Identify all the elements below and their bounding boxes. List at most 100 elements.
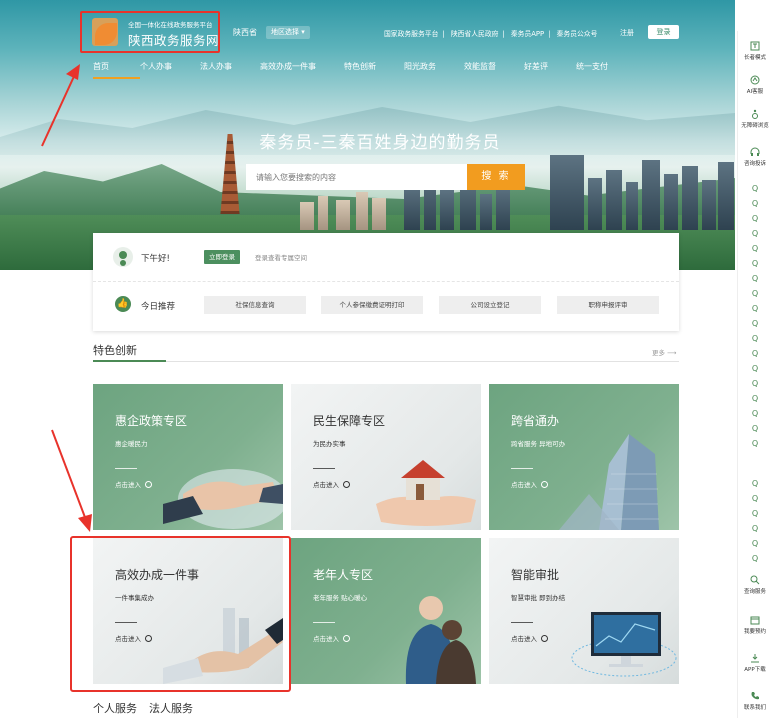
section-divider: [93, 360, 679, 362]
tile-elderly[interactable]: 老年人专区 老年服务 贴心暖心 点击进入: [291, 538, 481, 684]
search-icon[interactable]: Q: [750, 199, 760, 208]
register-link[interactable]: 注册: [620, 28, 634, 38]
search-icon[interactable]: Q: [750, 394, 760, 403]
tile-subtitle: 跨省服务 异地可办: [511, 440, 566, 448]
greeting-text: 下午好!: [141, 254, 170, 264]
nav-supervision[interactable]: 效能监督: [464, 61, 524, 75]
monitor-illustration: [571, 612, 677, 677]
sidebar-item-label: AI客服: [746, 89, 764, 95]
search-icon[interactable]: Q: [750, 364, 760, 373]
top-link-wechat[interactable]: 秦务员公众号: [557, 30, 598, 38]
search-icon[interactable]: Q: [750, 524, 760, 533]
enter-circle-icon: [343, 481, 350, 488]
sidebar-item-label: 长者模式: [743, 55, 766, 61]
tile-subtitle: 老年服务 贴心暖心: [313, 594, 368, 602]
tile-enter-label: 点击进入: [511, 635, 537, 643]
tile-enter-link[interactable]: 点击进入: [313, 633, 350, 643]
ai-service-icon: [750, 75, 760, 85]
search-icon[interactable]: Q: [750, 509, 760, 518]
nav-personal[interactable]: 个人办事: [140, 61, 200, 75]
search-icon[interactable]: Q: [750, 289, 760, 298]
sidebar-item-app-download[interactable]: APP下载: [738, 653, 772, 673]
building-illustration: [496, 186, 510, 230]
search-icon[interactable]: Q: [750, 319, 760, 328]
sidebar-item-contact[interactable]: 联系我们: [738, 691, 772, 711]
tile-smart-approval[interactable]: 智能审批 智慧审批 即到办结 点击进入: [489, 538, 679, 684]
service-tabs: 个人服务 法人服务: [93, 700, 205, 716]
tab-personal-service[interactable]: 个人服务: [93, 702, 137, 715]
recommend-item-company-registration[interactable]: 公司设立登记: [439, 296, 541, 314]
building-illustration: [440, 190, 454, 230]
search-service-icon: [750, 575, 760, 585]
region-select-button[interactable]: 地区选择 ▾: [266, 26, 310, 39]
building-illustration: [626, 182, 638, 230]
search-icon[interactable]: Q: [750, 554, 760, 563]
calendar-icon: [750, 616, 760, 625]
nav-open-gov[interactable]: 阳光政务: [404, 61, 464, 75]
more-link[interactable]: 更多 ⟶: [652, 347, 676, 357]
sidebar-item-ai-service[interactable]: AI客服: [738, 75, 772, 95]
tile-enterprise-policy[interactable]: 惠企政策专区 惠企暖民力 点击进入: [93, 384, 283, 530]
building-illustration: [300, 202, 314, 230]
annotation-arrow-icon: [51, 429, 92, 532]
search-icon[interactable]: Q: [750, 379, 760, 388]
search-input[interactable]: [246, 164, 467, 190]
top-link-national[interactable]: 国家政务服务平台: [384, 30, 438, 38]
sidebar-item-consult[interactable]: 咨询投诉: [738, 147, 772, 167]
nav-corporate[interactable]: 法人办事: [200, 61, 260, 75]
tile-livelihood[interactable]: 民生保障专区 为民办实事 点击进入: [291, 384, 481, 530]
quick-login-button[interactable]: 立即登录: [204, 250, 240, 264]
recommend-item-title-review[interactable]: 职称申报评审: [557, 296, 659, 314]
nav-one-thing[interactable]: 高效办成一件事: [260, 61, 344, 75]
nav-payment[interactable]: 统一支付: [576, 61, 624, 75]
search-icon[interactable]: Q: [750, 409, 760, 418]
tile-enter-link[interactable]: 点击进入: [511, 633, 548, 643]
section-title: 特色创新: [93, 344, 137, 357]
search-icon[interactable]: Q: [750, 539, 760, 548]
tile-enter-link[interactable]: 点击进入: [115, 479, 152, 489]
tab-corporate-service[interactable]: 法人服务: [149, 702, 193, 715]
tile-enter-link[interactable]: 点击进入: [511, 479, 548, 489]
search-icon[interactable]: Q: [750, 184, 760, 193]
login-button[interactable]: 登录: [648, 25, 679, 39]
search-icon[interactable]: Q: [750, 259, 760, 268]
thumbs-up-icon: 👍: [115, 296, 131, 312]
search-icon[interactable]: Q: [750, 479, 760, 488]
more-label: 更多: [652, 349, 665, 357]
tile-title: 民生保障专区: [313, 414, 386, 428]
building-illustration: [718, 162, 734, 230]
search-icon[interactable]: Q: [750, 424, 760, 433]
recommend-item-insurance-proof[interactable]: 个人参保缴费证明打印: [321, 296, 423, 314]
search-icon[interactable]: Q: [750, 304, 760, 313]
nav-home[interactable]: 首页: [93, 61, 140, 79]
tile-highlight-box: [70, 536, 291, 692]
site-title[interactable]: 陕西政务服务网: [128, 30, 219, 49]
search-icon[interactable]: Q: [750, 334, 760, 343]
handshake-illustration: [163, 469, 283, 529]
building-illustration: [404, 185, 420, 230]
divider: [93, 281, 679, 282]
tile-enter-link[interactable]: 点击进入: [313, 479, 350, 489]
search-icon[interactable]: Q: [750, 229, 760, 238]
search-icon[interactable]: Q: [750, 349, 760, 358]
top-link-provincial[interactable]: 陕西省人民政府: [451, 30, 499, 38]
search-icon[interactable]: Q: [750, 244, 760, 253]
sidebar-item-accessibility[interactable]: 无障碍浏览: [738, 109, 772, 129]
building-illustration: [356, 192, 368, 230]
search-icon[interactable]: Q: [750, 494, 760, 503]
recommend-item-social-security[interactable]: 社保信息查询: [204, 296, 306, 314]
site-logo-icon[interactable]: [92, 18, 118, 46]
sidebar-item-appointment[interactable]: 我要预约: [738, 615, 772, 635]
search-button[interactable]: 搜 索: [467, 164, 525, 190]
nav-innovation[interactable]: 特色创新: [344, 61, 404, 75]
top-link-app[interactable]: 秦务员APP: [511, 30, 544, 38]
annotation-arrow-icon: [41, 64, 80, 147]
sidebar-item-query[interactable]: 查询服务: [738, 575, 772, 595]
building-illustration: [588, 178, 602, 230]
nav-rating[interactable]: 好差评: [524, 61, 576, 75]
sidebar-item-elder-mode[interactable]: 长者模式: [738, 41, 772, 61]
tile-cross-province[interactable]: 跨省通办 跨省服务 异地可办 点击进入: [489, 384, 679, 530]
search-icon[interactable]: Q: [750, 439, 760, 448]
search-icon[interactable]: Q: [750, 214, 760, 223]
search-icon[interactable]: Q: [750, 274, 760, 283]
